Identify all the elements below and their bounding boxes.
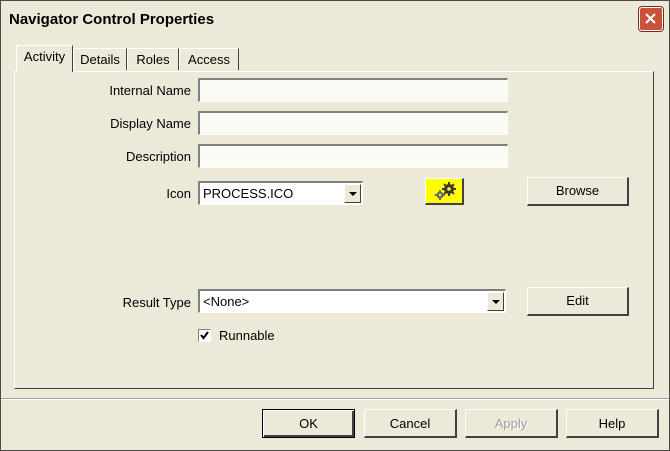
ok-button-label: OK (299, 416, 318, 431)
browse-button-label: Browse (555, 183, 600, 198)
tab-access-label: Access (188, 52, 230, 67)
tab-access[interactable]: Access (179, 48, 239, 70)
tab-activity-label: Activity (23, 49, 66, 64)
tab-details[interactable]: Details (73, 48, 127, 70)
footer-separator (1, 398, 669, 400)
chevron-down-icon (492, 300, 500, 304)
runnable-checkbox[interactable] (198, 329, 211, 342)
gears-icon (435, 182, 456, 200)
result-type-value: <None> (203, 294, 250, 309)
description-field[interactable] (198, 144, 508, 168)
edit-button[interactable]: Edit (527, 287, 629, 316)
tab-activity[interactable]: Activity (16, 45, 73, 72)
result-type-dropdown-button[interactable] (487, 292, 504, 311)
chevron-down-icon (349, 192, 357, 196)
help-button-label: Help (598, 416, 626, 431)
tab-details-label: Details (80, 52, 120, 67)
internal-name-field[interactable] (198, 78, 508, 102)
result-type-label: Result Type (122, 295, 191, 310)
cancel-button[interactable]: Cancel (364, 409, 457, 438)
icon-select-dropdown-button[interactable] (344, 184, 361, 203)
runnable-label: Runnable (219, 328, 275, 343)
checkmark-icon (200, 331, 209, 340)
icon-preview-button[interactable] (425, 178, 464, 205)
tab-roles[interactable]: Roles (127, 48, 179, 70)
window-title: Navigator Control Properties (9, 11, 215, 28)
tab-roles-label: Roles (136, 52, 170, 67)
icon-label: Icon (166, 186, 191, 201)
edit-button-label: Edit (566, 293, 589, 308)
close-button[interactable] (639, 7, 663, 31)
icon-select-value: PROCESS.ICO (203, 186, 294, 201)
help-button[interactable]: Help (566, 409, 659, 438)
description-label: Description (125, 149, 191, 164)
browse-button[interactable]: Browse (527, 177, 629, 206)
title-bar[interactable]: Navigator Control Properties (1, 1, 669, 39)
ok-button[interactable]: OK (262, 409, 355, 438)
result-type-select[interactable]: <None> (198, 289, 506, 313)
apply-button-label: Apply (494, 416, 528, 431)
icon-select[interactable]: PROCESS.ICO (198, 181, 363, 205)
display-name-label: Display Name (110, 116, 191, 131)
properties-dialog: Navigator Control Properties Activity De… (0, 0, 670, 451)
cancel-button-label: Cancel (389, 416, 431, 431)
internal-name-label: Internal Name (109, 83, 191, 98)
display-name-field[interactable] (198, 111, 508, 135)
close-icon (645, 13, 656, 24)
apply-button[interactable]: Apply (465, 409, 558, 438)
